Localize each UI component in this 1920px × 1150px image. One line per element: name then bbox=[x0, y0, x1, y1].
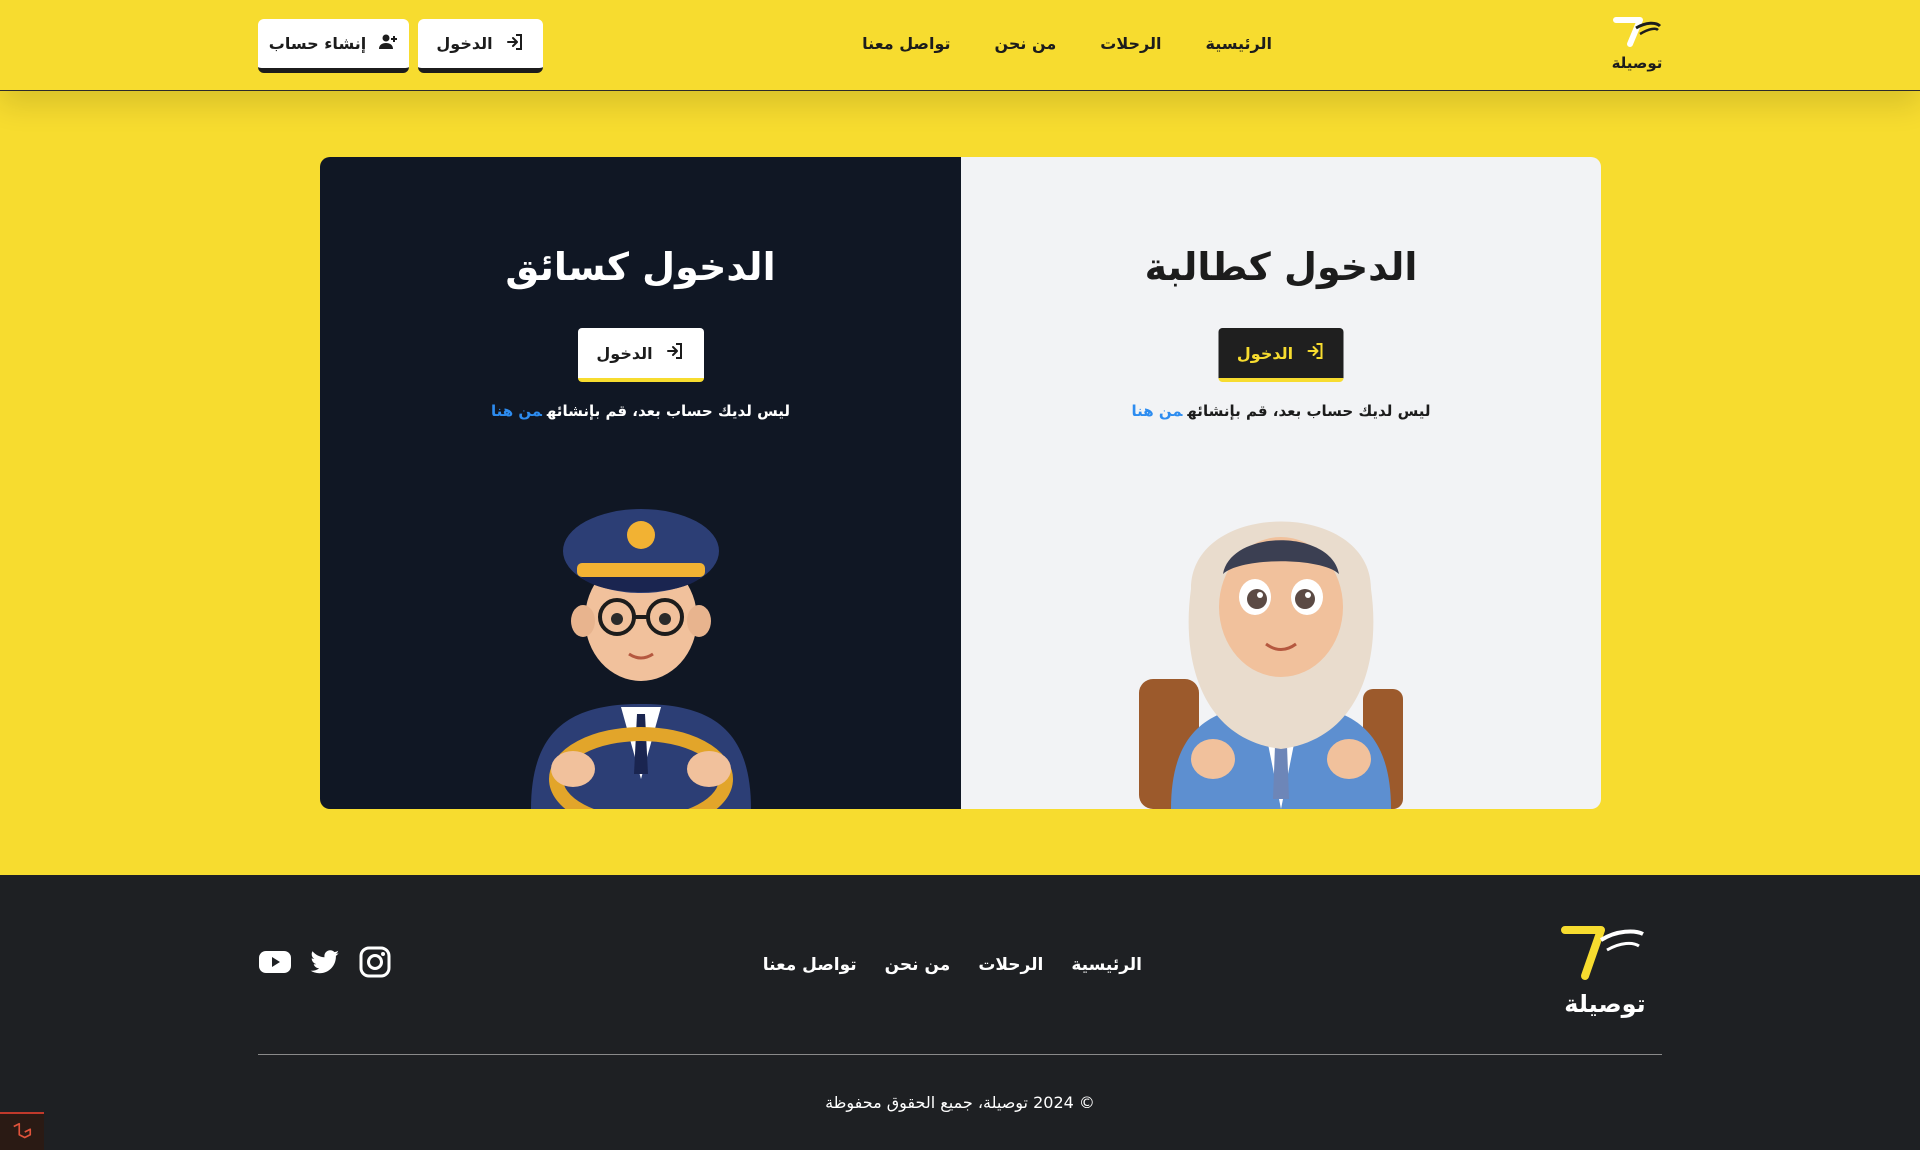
site-header: توصيلة الرئيسية الرحلات من نحن تواصل معن… bbox=[0, 0, 1920, 91]
driver-login-label: الدخول bbox=[596, 343, 653, 363]
driver-title: الدخول كسائق bbox=[505, 245, 776, 289]
student-signup-link[interactable]: من هنا bbox=[1131, 402, 1182, 420]
driver-signup-link[interactable]: من هنا bbox=[491, 402, 542, 420]
footer-divider bbox=[258, 1054, 1662, 1055]
student-illustration bbox=[1131, 479, 1431, 809]
footer-nav-trips[interactable]: الرحلات bbox=[978, 955, 1043, 975]
student-signup-text: ليس لديك حساب بعد، قم بإنشائه bbox=[1187, 402, 1431, 420]
footer-nav-home[interactable]: الرئيسية bbox=[1071, 955, 1142, 975]
footer-logo-wordmark: توصيلة bbox=[1564, 990, 1645, 1018]
student-login-button[interactable]: الدخول bbox=[1218, 328, 1344, 382]
main-nav: الرئيسية الرحلات من نحن تواصل معنا bbox=[862, 34, 1272, 53]
driver-login-button[interactable]: الدخول bbox=[577, 328, 704, 382]
login-choice-card: الدخول كطالبة الدخول ليس لديك حساب بعد، … bbox=[320, 157, 1601, 809]
copyright-text: © 2024 توصيلة، جميع الحقوق محفوظة bbox=[825, 1093, 1095, 1112]
nav-contact[interactable]: تواصل معنا bbox=[862, 34, 950, 53]
instagram-icon[interactable] bbox=[358, 945, 392, 979]
nav-trips[interactable]: الرحلات bbox=[1100, 34, 1161, 53]
brand-logo[interactable]: توصيلة bbox=[1606, 14, 1668, 76]
header-register-button[interactable]: إنشاء حساب bbox=[258, 19, 409, 73]
twitter-icon[interactable] bbox=[308, 945, 342, 979]
driver-illustration bbox=[491, 479, 791, 809]
footer-logo[interactable]: توصيلة bbox=[1555, 920, 1655, 1020]
header-login-label: الدخول bbox=[436, 34, 493, 53]
sign-in-icon bbox=[505, 32, 525, 56]
sign-in-icon bbox=[1305, 341, 1325, 365]
nav-about[interactable]: من نحن bbox=[994, 34, 1056, 53]
student-signup-note: ليس لديك حساب بعد، قم بإنشائه من هنا bbox=[961, 402, 1601, 420]
nav-home[interactable]: الرئيسية bbox=[1206, 34, 1273, 53]
student-login-label: الدخول bbox=[1236, 343, 1294, 363]
logo-wordmark: توصيلة bbox=[1612, 54, 1663, 72]
student-title: الدخول كطالبة bbox=[1144, 245, 1418, 289]
driver-panel: الدخول كسائق الدخول ليس لديك حساب بعد، ق… bbox=[320, 157, 961, 809]
youtube-icon[interactable] bbox=[258, 945, 292, 979]
header-login-button[interactable]: الدخول bbox=[418, 19, 543, 73]
footer-nav-contact[interactable]: تواصل معنا bbox=[763, 955, 857, 975]
student-panel: الدخول كطالبة الدخول ليس لديك حساب بعد، … bbox=[961, 157, 1601, 809]
footer-nav: الرئيسية الرحلات من نحن تواصل معنا bbox=[763, 955, 1142, 975]
driver-signup-text: ليس لديك حساب بعد، قم بإنشائه bbox=[546, 402, 791, 420]
driver-signup-note: ليس لديك حساب بعد، قم بإنشائهمن هنا bbox=[320, 402, 961, 420]
sign-in-icon bbox=[665, 341, 685, 365]
footer-nav-about[interactable]: من نحن bbox=[885, 955, 951, 975]
user-plus-icon bbox=[378, 32, 398, 56]
header-register-label: إنشاء حساب bbox=[268, 34, 367, 53]
framework-badge-icon[interactable] bbox=[0, 1112, 44, 1150]
social-links bbox=[258, 945, 392, 979]
site-footer: توصيلة الرئيسية الرحلات من نحن تواصل معن… bbox=[0, 875, 1920, 1150]
